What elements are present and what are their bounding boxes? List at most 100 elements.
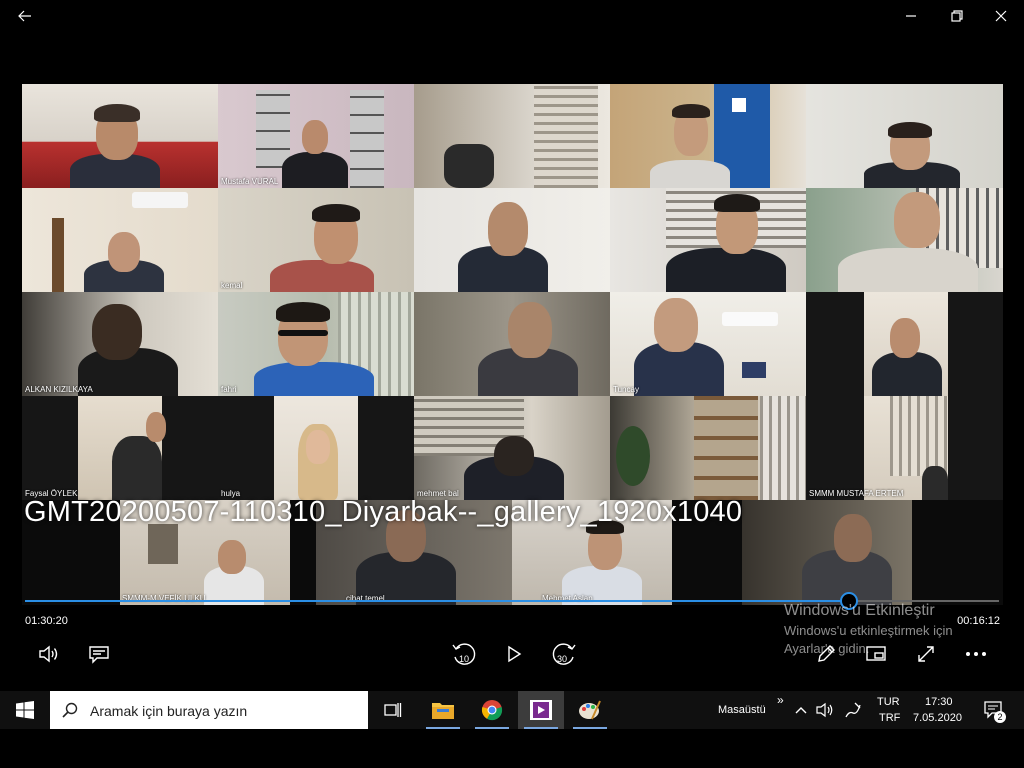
speaker-icon (816, 702, 833, 718)
title-bar (0, 0, 1024, 32)
clock-date[interactable]: 7.05.2020 (913, 712, 962, 724)
gallery-grid: Mustafa VURAL kemal ALKAN KIZILKAYA fahr… (22, 84, 1003, 500)
subtitles-icon (89, 646, 109, 664)
movies-tv-button[interactable] (518, 691, 564, 729)
more-button[interactable] (960, 640, 992, 668)
monitor (742, 362, 766, 378)
volume-tray-button[interactable] (812, 691, 838, 729)
participant-tile (414, 84, 610, 188)
miniview-button[interactable] (860, 640, 892, 668)
fullscreen-button[interactable] (910, 640, 942, 668)
file-explorer-icon (432, 703, 454, 719)
paint-button[interactable] (567, 691, 613, 729)
air-conditioner (132, 192, 188, 208)
movies-tv-icon (530, 700, 552, 720)
volume-icon (39, 645, 58, 663)
start-button[interactable] (2, 691, 48, 729)
glasses (278, 330, 328, 336)
participant-head (654, 298, 698, 352)
input-language[interactable]: TUR (877, 696, 900, 708)
blinds (890, 396, 948, 476)
clock-time[interactable]: 17:30 (925, 696, 953, 708)
participant-tile: kemal (218, 188, 414, 292)
glass-block-wall (350, 90, 384, 188)
participant-head (302, 120, 328, 154)
participant-head (92, 304, 142, 360)
minimize-button[interactable] (888, 0, 934, 32)
play-icon (508, 645, 522, 663)
participant-tile: mehmet bal (414, 396, 610, 500)
edit-pen-icon (818, 645, 835, 662)
participant-head (890, 318, 920, 358)
participant-name: fahri (221, 385, 237, 394)
bookshelf (694, 396, 758, 500)
participant-head (306, 430, 330, 464)
blinds (760, 396, 806, 500)
restore-icon (951, 10, 963, 22)
forward-30-button[interactable]: 30 (548, 640, 580, 668)
desktop-toolbar-label[interactable]: Masaüstü (718, 704, 766, 716)
participant-body (922, 466, 948, 500)
search-icon (62, 702, 78, 718)
input-keyboard[interactable]: TRF (879, 712, 900, 724)
subtitles-button[interactable] (83, 640, 115, 668)
video-title: GMT20200507-110310_Diyarbak--_gallery_19… (24, 496, 743, 528)
participant-tile: hulya (218, 396, 414, 500)
participant-hair (672, 104, 710, 118)
participant-tile (806, 188, 1003, 292)
participant-body (650, 160, 730, 188)
blinds (534, 84, 598, 188)
participant-body (282, 152, 348, 188)
participant-body (666, 248, 786, 292)
participant-tile (414, 292, 610, 396)
participant-head (508, 302, 552, 358)
fullscreen-icon (918, 646, 934, 662)
back-arrow-icon (18, 10, 31, 22)
participant-tile (22, 188, 218, 292)
seek-progress (25, 600, 849, 602)
banner-logo (732, 98, 746, 112)
participant-head (894, 192, 940, 248)
participant-tile (610, 84, 806, 188)
participant-tile (414, 188, 610, 292)
participant-tile (22, 84, 218, 188)
participant-body (254, 362, 374, 396)
participant-tile (610, 188, 806, 292)
air-conditioner (722, 312, 778, 326)
search-box[interactable]: Aramak için buraya yazın (50, 691, 368, 729)
participant-tile (806, 84, 1003, 188)
close-button[interactable] (978, 0, 1024, 32)
participant-hair (94, 104, 140, 122)
back-button[interactable] (2, 0, 48, 32)
participant-head (146, 412, 166, 442)
chrome-button[interactable] (469, 691, 515, 729)
play-button[interactable] (498, 640, 530, 668)
rewind-10-icon: 10 (452, 643, 476, 665)
restore-button[interactable] (934, 0, 980, 32)
more-icon (966, 652, 987, 656)
watermark-title: Windows'u Etkinleştir (784, 602, 935, 619)
participant-name: Tuncay (613, 385, 639, 394)
screen-bottom-edge (0, 729, 1024, 768)
participant-name: kemal (221, 281, 243, 290)
volume-button[interactable] (33, 640, 65, 668)
participant-tile: Tuncay (610, 292, 806, 396)
participant-tile (806, 292, 1003, 396)
search-placeholder: Aramak için buraya yazın (90, 703, 248, 719)
task-view-button[interactable] (370, 691, 416, 729)
participant-head (488, 202, 528, 256)
paint-icon (579, 700, 601, 720)
time-remaining: 00:16:12 (957, 615, 1000, 627)
file-explorer-button[interactable] (420, 691, 466, 729)
action-center-button[interactable]: 2 (976, 691, 1012, 729)
chevron-up-icon (795, 707, 807, 714)
taskbar: Aramak için buraya yazın Masaüstü » TUR … (0, 691, 1024, 729)
edit-button[interactable] (810, 640, 842, 668)
rewind-10-button[interactable]: 10 (448, 640, 480, 668)
tray-expand-button[interactable] (788, 691, 814, 729)
participant-hair (888, 122, 932, 138)
participant-name: ALKAN KIZILKAYA (25, 385, 93, 394)
pen-workspace-button[interactable] (840, 691, 866, 729)
time-elapsed: 01:30:20 (25, 615, 68, 627)
toolbar-overflow-chevron-icon[interactable]: » (777, 693, 784, 707)
